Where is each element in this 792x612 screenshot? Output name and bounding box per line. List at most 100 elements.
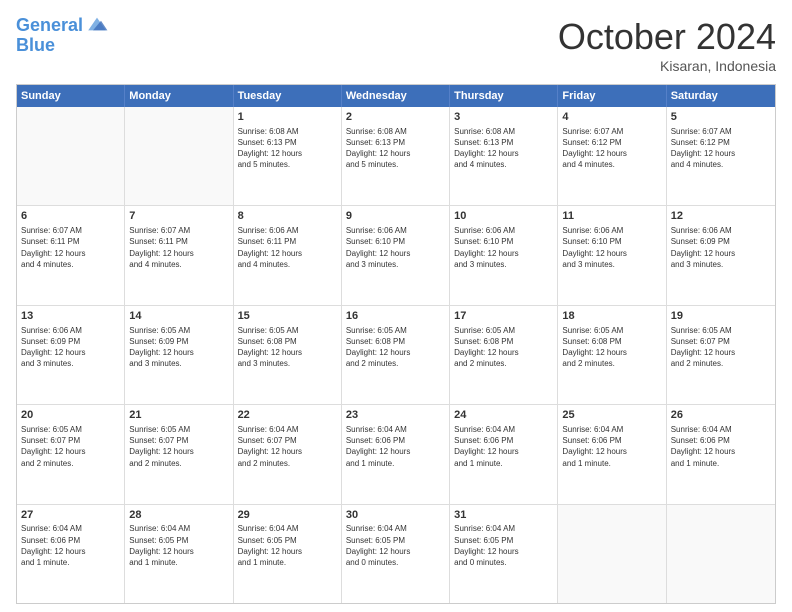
day-cell-3: 3Sunrise: 6:08 AM Sunset: 6:13 PM Daylig… bbox=[450, 107, 558, 205]
day-info: Sunrise: 6:04 AM Sunset: 6:07 PM Dayligh… bbox=[238, 424, 337, 469]
day-number: 28 bbox=[129, 508, 228, 523]
day-info: Sunrise: 6:06 AM Sunset: 6:10 PM Dayligh… bbox=[562, 225, 661, 270]
day-number: 16 bbox=[346, 309, 445, 324]
day-header-saturday: Saturday bbox=[667, 85, 775, 107]
week-row-4: 27Sunrise: 6:04 AM Sunset: 6:06 PM Dayli… bbox=[17, 505, 775, 603]
day-info: Sunrise: 6:07 AM Sunset: 6:11 PM Dayligh… bbox=[129, 225, 228, 270]
week-row-0: 1Sunrise: 6:08 AM Sunset: 6:13 PM Daylig… bbox=[17, 107, 775, 206]
day-info: Sunrise: 6:06 AM Sunset: 6:10 PM Dayligh… bbox=[454, 225, 553, 270]
day-info: Sunrise: 6:07 AM Sunset: 6:11 PM Dayligh… bbox=[21, 225, 120, 270]
day-number: 19 bbox=[671, 309, 771, 324]
week-row-2: 13Sunrise: 6:06 AM Sunset: 6:09 PM Dayli… bbox=[17, 306, 775, 405]
day-number: 20 bbox=[21, 408, 120, 423]
day-info: Sunrise: 6:04 AM Sunset: 6:06 PM Dayligh… bbox=[671, 424, 771, 469]
day-info: Sunrise: 6:05 AM Sunset: 6:08 PM Dayligh… bbox=[238, 325, 337, 370]
day-info: Sunrise: 6:05 AM Sunset: 6:07 PM Dayligh… bbox=[21, 424, 120, 469]
day-cell-26: 26Sunrise: 6:04 AM Sunset: 6:06 PM Dayli… bbox=[667, 405, 775, 503]
day-info: Sunrise: 6:08 AM Sunset: 6:13 PM Dayligh… bbox=[238, 126, 337, 171]
day-info: Sunrise: 6:06 AM Sunset: 6:09 PM Dayligh… bbox=[21, 325, 120, 370]
day-number: 21 bbox=[129, 408, 228, 423]
day-cell-19: 19Sunrise: 6:05 AM Sunset: 6:07 PM Dayli… bbox=[667, 306, 775, 404]
day-header-wednesday: Wednesday bbox=[342, 85, 450, 107]
day-cell-4: 4Sunrise: 6:07 AM Sunset: 6:12 PM Daylig… bbox=[558, 107, 666, 205]
logo-text: General bbox=[16, 16, 83, 36]
month-title: October 2024 bbox=[558, 16, 776, 58]
day-number: 26 bbox=[671, 408, 771, 423]
week-row-1: 6Sunrise: 6:07 AM Sunset: 6:11 PM Daylig… bbox=[17, 206, 775, 305]
day-header-tuesday: Tuesday bbox=[234, 85, 342, 107]
day-cell-18: 18Sunrise: 6:05 AM Sunset: 6:08 PM Dayli… bbox=[558, 306, 666, 404]
day-info: Sunrise: 6:04 AM Sunset: 6:06 PM Dayligh… bbox=[562, 424, 661, 469]
day-header-sunday: Sunday bbox=[17, 85, 125, 107]
day-number: 13 bbox=[21, 309, 120, 324]
day-number: 17 bbox=[454, 309, 553, 324]
day-number: 23 bbox=[346, 408, 445, 423]
day-info: Sunrise: 6:05 AM Sunset: 6:08 PM Dayligh… bbox=[562, 325, 661, 370]
day-cell-8: 8Sunrise: 6:06 AM Sunset: 6:11 PM Daylig… bbox=[234, 206, 342, 304]
day-cell-22: 22Sunrise: 6:04 AM Sunset: 6:07 PM Dayli… bbox=[234, 405, 342, 503]
day-info: Sunrise: 6:05 AM Sunset: 6:07 PM Dayligh… bbox=[129, 424, 228, 469]
day-cell-17: 17Sunrise: 6:05 AM Sunset: 6:08 PM Dayli… bbox=[450, 306, 558, 404]
day-info: Sunrise: 6:07 AM Sunset: 6:12 PM Dayligh… bbox=[562, 126, 661, 171]
day-cell-10: 10Sunrise: 6:06 AM Sunset: 6:10 PM Dayli… bbox=[450, 206, 558, 304]
day-number: 25 bbox=[562, 408, 661, 423]
day-info: Sunrise: 6:05 AM Sunset: 6:08 PM Dayligh… bbox=[346, 325, 445, 370]
day-cell-16: 16Sunrise: 6:05 AM Sunset: 6:08 PM Dayli… bbox=[342, 306, 450, 404]
logo-icon bbox=[85, 12, 109, 36]
logo-line2: Blue bbox=[16, 35, 55, 55]
day-info: Sunrise: 6:04 AM Sunset: 6:06 PM Dayligh… bbox=[21, 523, 120, 568]
day-number: 6 bbox=[21, 209, 120, 224]
calendar: SundayMondayTuesdayWednesdayThursdayFrid… bbox=[16, 84, 776, 604]
day-info: Sunrise: 6:05 AM Sunset: 6:09 PM Dayligh… bbox=[129, 325, 228, 370]
day-cell-15: 15Sunrise: 6:05 AM Sunset: 6:08 PM Dayli… bbox=[234, 306, 342, 404]
logo-line1: General bbox=[16, 15, 83, 35]
day-info: Sunrise: 6:06 AM Sunset: 6:11 PM Dayligh… bbox=[238, 225, 337, 270]
day-number: 31 bbox=[454, 508, 553, 523]
day-info: Sunrise: 6:07 AM Sunset: 6:12 PM Dayligh… bbox=[671, 126, 771, 171]
empty-cell bbox=[558, 505, 666, 603]
day-info: Sunrise: 6:08 AM Sunset: 6:13 PM Dayligh… bbox=[346, 126, 445, 171]
day-cell-31: 31Sunrise: 6:04 AM Sunset: 6:05 PM Dayli… bbox=[450, 505, 558, 603]
day-number: 1 bbox=[238, 110, 337, 125]
day-info: Sunrise: 6:05 AM Sunset: 6:08 PM Dayligh… bbox=[454, 325, 553, 370]
day-number: 4 bbox=[562, 110, 661, 125]
day-number: 29 bbox=[238, 508, 337, 523]
day-info: Sunrise: 6:04 AM Sunset: 6:06 PM Dayligh… bbox=[346, 424, 445, 469]
day-cell-24: 24Sunrise: 6:04 AM Sunset: 6:06 PM Dayli… bbox=[450, 405, 558, 503]
week-row-3: 20Sunrise: 6:05 AM Sunset: 6:07 PM Dayli… bbox=[17, 405, 775, 504]
day-cell-2: 2Sunrise: 6:08 AM Sunset: 6:13 PM Daylig… bbox=[342, 107, 450, 205]
day-cell-6: 6Sunrise: 6:07 AM Sunset: 6:11 PM Daylig… bbox=[17, 206, 125, 304]
day-number: 27 bbox=[21, 508, 120, 523]
day-cell-23: 23Sunrise: 6:04 AM Sunset: 6:06 PM Dayli… bbox=[342, 405, 450, 503]
day-number: 5 bbox=[671, 110, 771, 125]
day-number: 12 bbox=[671, 209, 771, 224]
day-number: 2 bbox=[346, 110, 445, 125]
day-info: Sunrise: 6:06 AM Sunset: 6:10 PM Dayligh… bbox=[346, 225, 445, 270]
day-info: Sunrise: 6:08 AM Sunset: 6:13 PM Dayligh… bbox=[454, 126, 553, 171]
day-number: 8 bbox=[238, 209, 337, 224]
day-cell-14: 14Sunrise: 6:05 AM Sunset: 6:09 PM Dayli… bbox=[125, 306, 233, 404]
day-info: Sunrise: 6:06 AM Sunset: 6:09 PM Dayligh… bbox=[671, 225, 771, 270]
day-cell-25: 25Sunrise: 6:04 AM Sunset: 6:06 PM Dayli… bbox=[558, 405, 666, 503]
day-cell-12: 12Sunrise: 6:06 AM Sunset: 6:09 PM Dayli… bbox=[667, 206, 775, 304]
day-header-friday: Friday bbox=[558, 85, 666, 107]
day-cell-11: 11Sunrise: 6:06 AM Sunset: 6:10 PM Dayli… bbox=[558, 206, 666, 304]
day-cell-5: 5Sunrise: 6:07 AM Sunset: 6:12 PM Daylig… bbox=[667, 107, 775, 205]
logo: General Blue bbox=[16, 16, 109, 56]
day-info: Sunrise: 6:05 AM Sunset: 6:07 PM Dayligh… bbox=[671, 325, 771, 370]
day-cell-7: 7Sunrise: 6:07 AM Sunset: 6:11 PM Daylig… bbox=[125, 206, 233, 304]
day-info: Sunrise: 6:04 AM Sunset: 6:05 PM Dayligh… bbox=[129, 523, 228, 568]
day-number: 10 bbox=[454, 209, 553, 224]
day-cell-9: 9Sunrise: 6:06 AM Sunset: 6:10 PM Daylig… bbox=[342, 206, 450, 304]
day-number: 15 bbox=[238, 309, 337, 324]
day-cell-13: 13Sunrise: 6:06 AM Sunset: 6:09 PM Dayli… bbox=[17, 306, 125, 404]
day-number: 3 bbox=[454, 110, 553, 125]
day-cell-28: 28Sunrise: 6:04 AM Sunset: 6:05 PM Dayli… bbox=[125, 505, 233, 603]
empty-cell bbox=[17, 107, 125, 205]
day-number: 11 bbox=[562, 209, 661, 224]
calendar-header: SundayMondayTuesdayWednesdayThursdayFrid… bbox=[17, 85, 775, 107]
day-number: 7 bbox=[129, 209, 228, 224]
location-subtitle: Kisaran, Indonesia bbox=[558, 58, 776, 74]
title-block: October 2024 Kisaran, Indonesia bbox=[558, 16, 776, 74]
day-cell-30: 30Sunrise: 6:04 AM Sunset: 6:05 PM Dayli… bbox=[342, 505, 450, 603]
